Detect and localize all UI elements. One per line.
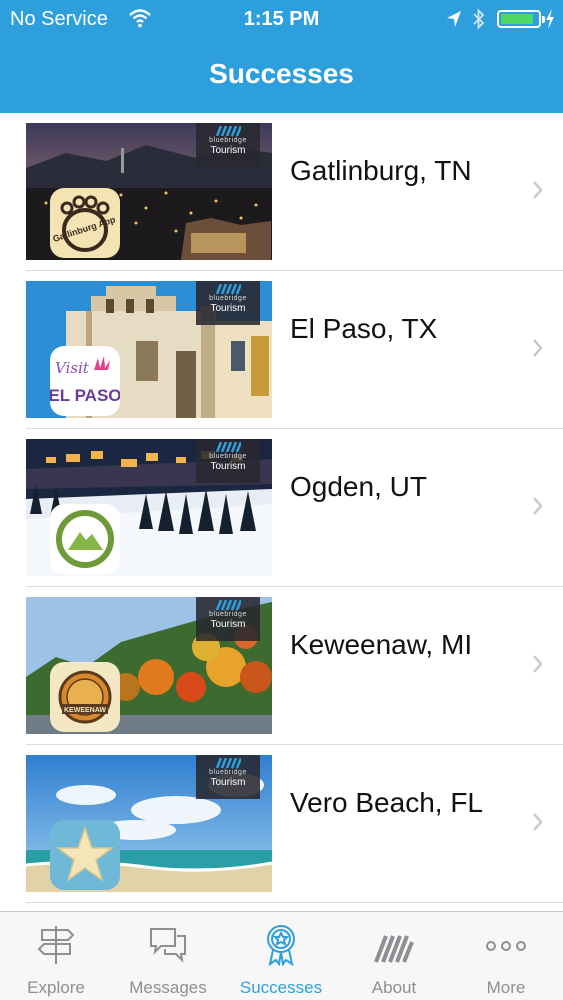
- vero-beach-photo: bluebridge Tourism: [26, 755, 272, 892]
- bluebridge-logo-icon: [215, 126, 241, 136]
- row-label: El Paso, TX: [290, 313, 438, 344]
- keweenaw-badge-icon: KEWEENAW: [50, 662, 120, 732]
- keweenaw-photo: bluebridge Tourism KEWEENAW: [26, 597, 272, 734]
- page-title: Successes: [209, 58, 354, 89]
- chevron-right-icon: [533, 813, 543, 831]
- bluebridge-logo-icon: [215, 284, 241, 294]
- bluetooth-icon: [473, 8, 485, 30]
- header: No Service 1:15 PM Successes: [0, 0, 563, 113]
- chevron-right-icon: [533, 181, 543, 199]
- location-arrow-icon: [447, 11, 461, 27]
- visit-el-paso-icon: Visit EL PASO: [50, 346, 120, 416]
- status-bar: No Service 1:15 PM: [0, 0, 563, 38]
- row-label: Gatlinburg, TN: [290, 155, 472, 186]
- bluebridge-tourism-badge: bluebridge Tourism: [196, 439, 260, 483]
- tab-bar: Explore Messages Successes About More: [0, 911, 563, 1000]
- bluebridge-tourism-badge: bluebridge Tourism: [196, 123, 260, 167]
- tab-successes[interactable]: Successes: [225, 912, 337, 1000]
- more-dots-icon: [486, 941, 526, 951]
- list-item-keweenaw[interactable]: bluebridge Tourism KEWEENAW Keweenaw, MI: [0, 587, 563, 745]
- chevron-right-icon: [533, 497, 543, 515]
- list-item-ogden[interactable]: bluebridge Tourism Ogden, UT: [0, 429, 563, 587]
- award-ribbon-icon: [267, 925, 295, 966]
- svg-text:Visit: Visit: [55, 359, 90, 377]
- svg-text:EL PASO: EL PASO: [50, 386, 120, 405]
- bluebridge-logo-icon: [215, 758, 241, 768]
- row-label: Ogden, UT: [290, 471, 427, 502]
- bluebridge-tourism-badge: bluebridge Tourism: [196, 281, 260, 325]
- successes-list[interactable]: bluebridge Tourism Gatlinburg App Gatlin…: [0, 113, 563, 911]
- chevron-right-icon: [533, 655, 543, 673]
- signpost-icon: [37, 926, 75, 964]
- chat-bubbles-icon: [150, 928, 186, 963]
- row-label: Vero Beach, FL: [290, 787, 484, 818]
- charging-bolt-icon: [546, 9, 554, 29]
- bluebridge-tourism-badge: bluebridge Tourism: [196, 597, 260, 641]
- battery-icon: [497, 10, 545, 28]
- tab-explore[interactable]: Explore: [0, 912, 112, 1000]
- tab-more[interactable]: More: [450, 912, 562, 1000]
- bluebridge-logo-icon: [215, 442, 241, 452]
- bluebridge-logo-icon: [215, 600, 241, 610]
- list-item-gatlinburg[interactable]: bluebridge Tourism Gatlinburg App Gatlin…: [0, 113, 563, 271]
- chevron-right-icon: [533, 339, 543, 357]
- list-item-el-paso[interactable]: bluebridge Tourism Visit EL PASO El Paso…: [0, 271, 563, 429]
- tab-messages[interactable]: Messages: [112, 912, 224, 1000]
- row-label: Keweenaw, MI: [290, 629, 473, 660]
- bluebridge-logo-icon: [374, 935, 414, 963]
- successes-screen: No Service 1:15 PM Successes bluebridge …: [0, 0, 563, 1000]
- ogden-photo: bluebridge Tourism: [26, 439, 272, 576]
- battery-level-fill: [501, 14, 533, 24]
- gatlinburg-photo: bluebridge Tourism Gatlinburg App: [26, 123, 272, 260]
- svg-text:KEWEENAW: KEWEENAW: [64, 707, 106, 714]
- list-item-vero-beach[interactable]: bluebridge Tourism Vero Beach, FL: [0, 745, 563, 903]
- tab-about[interactable]: About: [338, 912, 450, 1000]
- el-paso-photo: bluebridge Tourism Visit EL PASO: [26, 281, 272, 418]
- mountain-circle-icon: [50, 504, 120, 574]
- bluebridge-tourism-badge: bluebridge Tourism: [196, 755, 260, 799]
- starfish-icon: [50, 820, 120, 890]
- bear-paw-icon: Gatlinburg App: [50, 188, 120, 258]
